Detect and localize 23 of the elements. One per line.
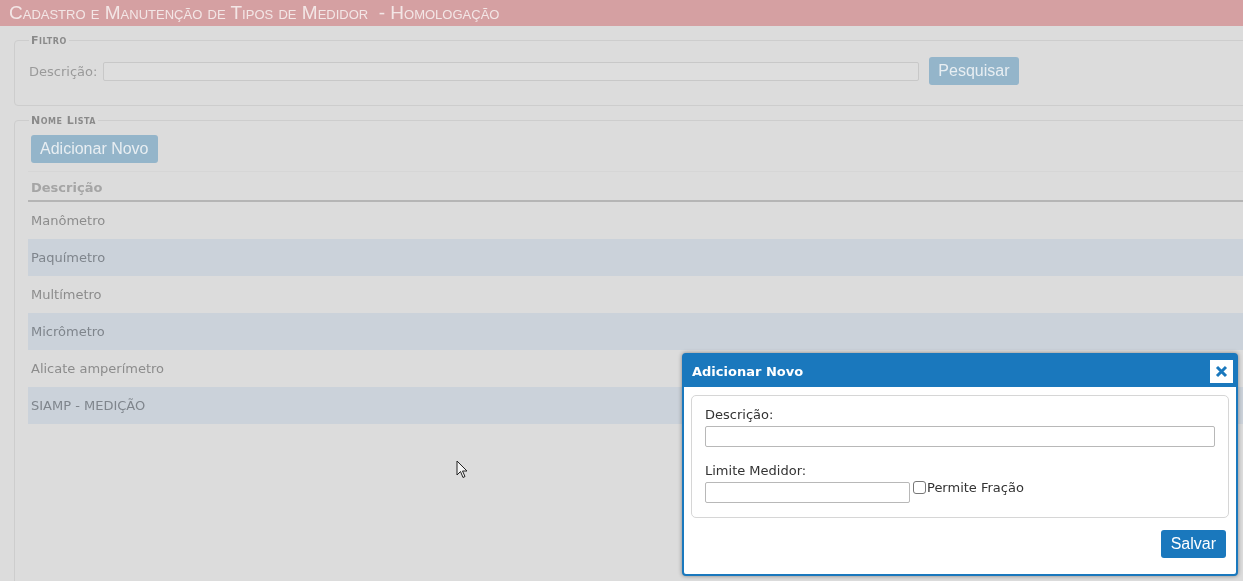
search-button[interactable]: Pesquisar [929, 57, 1019, 85]
fraction-checkbox[interactable] [913, 481, 926, 494]
table-cell: Micrômetro [31, 324, 105, 339]
save-button[interactable]: Salvar [1160, 530, 1226, 558]
page-title: Cadastro e Manutenção de Tipos de Medidor - Homologação [0, 0, 1243, 26]
table-cell: Manômetro [31, 213, 106, 228]
close-button[interactable] [1210, 359, 1233, 383]
dialog-title: Adicionar Novo [692, 363, 804, 379]
mouse-pointer-icon [456, 460, 468, 479]
table-cell: SIAMP - MEDIÇÃO [31, 398, 146, 413]
description-label: Descrição: [29, 63, 98, 79]
close-icon [1215, 364, 1228, 378]
description-label: Descrição: [705, 407, 775, 422]
limit-label: Limite Medidor: [705, 463, 808, 478]
fraction-label: Permite Fração [927, 480, 1024, 495]
table-cell: Paquímetro [31, 250, 106, 265]
table-cell: Multímetro [31, 287, 102, 302]
limit-field[interactable] [705, 482, 910, 503]
add-new-button[interactable]: Adicionar Novo [31, 135, 158, 163]
list-legend: Nome Lista [29, 114, 99, 127]
table-cell: Alicate amperímetro [31, 361, 165, 376]
filter-legend: Filtro [29, 34, 69, 47]
description-field[interactable] [705, 426, 1215, 447]
